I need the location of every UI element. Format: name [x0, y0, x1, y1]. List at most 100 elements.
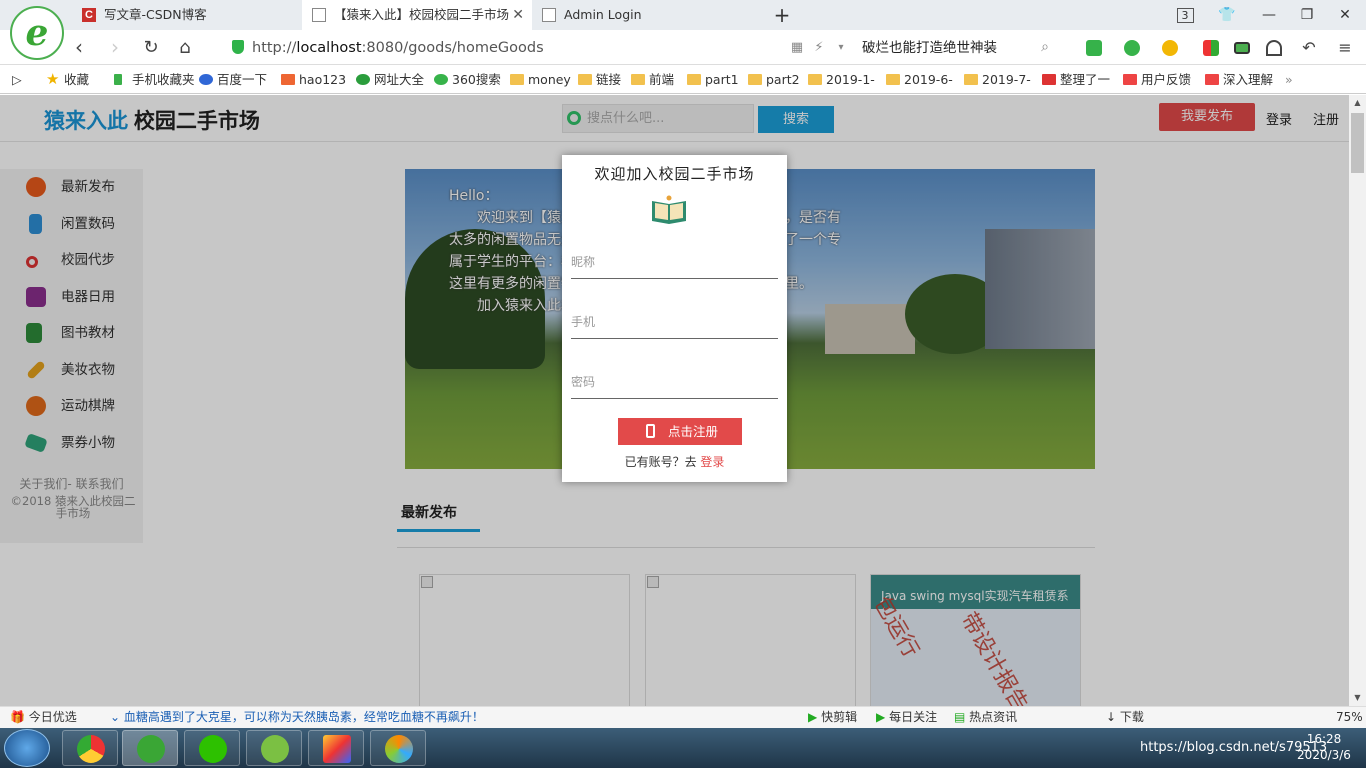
tab-csdn[interactable]: C 写文章-CSDN博客: [72, 0, 302, 30]
taskbar-chrome[interactable]: [62, 730, 118, 766]
today-picks[interactable]: 🎁 今日优选: [10, 707, 77, 727]
play-icon: ▶: [808, 710, 818, 724]
scroll-thumb[interactable]: [1351, 113, 1364, 173]
register-submit-button[interactable]: 点击注册: [618, 418, 742, 445]
folder-icon: [631, 74, 645, 85]
coin-icon[interactable]: [1162, 40, 1178, 56]
system-clock[interactable]: 16:28 2020/3/6: [1294, 731, 1354, 763]
back-icon[interactable]: ‹: [64, 30, 94, 65]
more-bookmarks-icon[interactable]: »: [1285, 65, 1293, 94]
phone-icon: [646, 424, 655, 438]
scissors-icon[interactable]: [1086, 40, 1102, 56]
new-tab-button[interactable]: +: [765, 0, 799, 30]
forward-icon[interactable]: ›: [100, 30, 130, 65]
headphones-icon[interactable]: [1266, 40, 1282, 56]
bookmark-item[interactable]: 百度一下: [199, 65, 267, 94]
download-link[interactable]: ↓ 下载: [1106, 707, 1144, 727]
vertical-scrollbar[interactable]: ▲ ▼: [1349, 95, 1366, 706]
phone-icon: [114, 74, 122, 85]
restore-icon[interactable]: ❐: [1290, 0, 1324, 30]
baidu-icon: [199, 74, 213, 85]
bookmark-item[interactable]: hao123: [281, 65, 346, 94]
url-field[interactable]: http://localhost:8080/goods/homeGoods: [232, 36, 772, 60]
nickname-field[interactable]: 昵称: [571, 245, 778, 279]
taskbar-app[interactable]: [370, 730, 426, 766]
phone-field[interactable]: 手机: [571, 305, 778, 339]
gift-icon: 🎁: [10, 710, 25, 724]
app-icon: [385, 735, 413, 763]
scroll-up-icon[interactable]: ▲: [1349, 95, 1366, 111]
taskbar-wechat[interactable]: [184, 730, 240, 766]
news-icon: ▤: [954, 710, 966, 724]
minimize-icon[interactable]: —: [1252, 0, 1286, 30]
folder-icon: [964, 74, 978, 85]
bookmark-item[interactable]: 用户反馈: [1123, 65, 1191, 94]
sidebar-toggle-icon[interactable]: ▷: [12, 65, 22, 94]
book-icon: [652, 195, 686, 224]
bookmark-folder[interactable]: 链接: [578, 65, 621, 94]
tab-label: Admin Login: [564, 7, 642, 22]
bookmark-folder[interactable]: part2: [748, 65, 800, 94]
undo-icon[interactable]: ↶: [1294, 30, 1324, 65]
bookmark-folder[interactable]: money: [510, 65, 571, 94]
modal-login-link[interactable]: 登录: [700, 455, 724, 469]
folder-icon: [748, 74, 762, 85]
chrome-icon: [77, 735, 105, 763]
bookmark-item[interactable]: 整理了一: [1042, 65, 1110, 94]
tab-label: 【猿来入此】校园校园二手市场: [334, 7, 510, 22]
secure-shield-icon: [232, 40, 244, 54]
home-icon[interactable]: ⌂: [170, 30, 200, 65]
bookmark-folder[interactable]: 2019-6-: [886, 65, 953, 94]
close-window-icon[interactable]: ✕: [1328, 0, 1362, 30]
wechat-icon: [199, 735, 227, 763]
bookmark-folder[interactable]: 2019-7-: [964, 65, 1031, 94]
page-icon: [542, 8, 556, 22]
browser-status-bar: 🎁 今日优选 ⌄ 血糖高遇到了大克星，可以称为天然胰岛素，经常吃血糖不再飙升！ …: [0, 706, 1366, 728]
bookmark-folder[interactable]: 2019-1-: [808, 65, 875, 94]
menu-icon[interactable]: ≡: [1330, 30, 1360, 65]
tab-admin-login[interactable]: Admin Login: [532, 0, 762, 30]
hot-news-link[interactable]: ▤ 热点资讯: [954, 707, 1017, 727]
folder-icon: [886, 74, 900, 85]
bookmark-item[interactable]: 深入理解: [1205, 65, 1273, 94]
scroll-down-icon[interactable]: ▼: [1349, 690, 1366, 706]
folder-icon: [687, 74, 701, 85]
news-ticker[interactable]: ⌄ 血糖高遇到了大克星，可以称为天然胰岛素，经常吃血糖不再飙升！: [110, 707, 484, 727]
battery-icon[interactable]: [1234, 42, 1250, 54]
bookmark-item[interactable]: 360搜索: [434, 65, 501, 94]
password-field[interactable]: 密码: [571, 365, 778, 399]
bookmark-folder[interactable]: 前端: [631, 65, 674, 94]
search-icon[interactable]: ⌕: [1030, 30, 1060, 65]
folder-icon: [808, 74, 822, 85]
bookmark-item[interactable]: 网址大全: [356, 65, 424, 94]
bookmark-folder[interactable]: part1: [687, 65, 739, 94]
taskbar-intellij[interactable]: [308, 730, 364, 766]
tab-campus-market[interactable]: 【猿来入此】校园校园二手市场 ✕: [302, 0, 532, 30]
taskbar-clover[interactable]: [246, 730, 302, 766]
clover-icon: [261, 735, 289, 763]
page-icon: [312, 8, 326, 22]
refresh-icon[interactable]: ↻: [136, 30, 166, 65]
browser-logo-icon[interactable]: e: [10, 6, 64, 60]
close-tab-icon[interactable]: ✕: [512, 0, 524, 30]
csdn-icon: C: [82, 8, 96, 22]
chevron-down-icon[interactable]: ▾: [826, 30, 856, 65]
toutiao-icon: [1123, 74, 1137, 85]
zoom-level[interactable]: 75%: [1336, 707, 1363, 727]
intellij-icon: [323, 735, 351, 763]
360-icon: [434, 74, 448, 85]
address-bar: ‹ › ↻ ⌂ http://localhost:8080/goods/home…: [0, 30, 1366, 65]
chevron-icon: ⌄: [110, 710, 121, 724]
translate-icon[interactable]: [1124, 40, 1140, 56]
bookmark-item[interactable]: 手机收藏夹: [114, 65, 195, 94]
bookmark-favorites[interactable]: ★ 收藏: [46, 65, 89, 94]
daily-link[interactable]: ▶ 每日关注: [876, 707, 937, 727]
start-button[interactable]: [4, 729, 50, 767]
folder-icon: [578, 74, 592, 85]
tab-count-badge[interactable]: 3: [1168, 0, 1202, 30]
shirt-icon[interactable]: 👕: [1210, 0, 1244, 30]
kuaijian-link[interactable]: ▶ 快剪辑: [808, 707, 857, 727]
browser-search-input[interactable]: 破烂也能打造绝世神装: [862, 36, 1058, 60]
taskbar-ie[interactable]: [122, 730, 178, 766]
apps-icon[interactable]: [1203, 40, 1219, 56]
